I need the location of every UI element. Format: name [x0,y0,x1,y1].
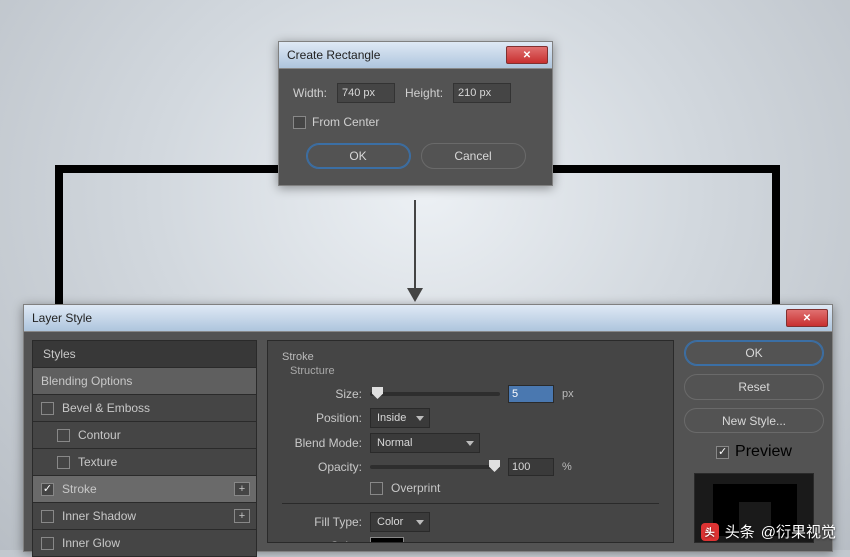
size-slider[interactable] [370,392,500,396]
width-label: Width: [293,86,327,100]
style-item-contour[interactable]: Contour [32,422,257,449]
position-label: Position: [282,411,362,425]
cancel-button[interactable]: Cancel [421,143,526,169]
add-icon[interactable]: + [234,509,250,523]
opacity-unit: % [562,461,572,473]
styles-header: Styles [32,340,257,368]
checkbox[interactable] [41,402,54,415]
dialog-title: Layer Style [32,311,92,325]
preview-label: Preview [735,443,792,461]
styles-list: Styles Blending Options Bevel & Emboss C… [32,340,257,543]
color-label: Color: [282,539,362,543]
style-item-inner-shadow[interactable]: Inner Shadow+ [32,503,257,530]
titlebar[interactable]: Create Rectangle ✕ [279,42,552,69]
new-style-button[interactable]: New Style... [684,408,824,434]
add-icon[interactable]: + [234,482,250,496]
close-icon[interactable]: ✕ [786,309,828,327]
reset-button[interactable]: Reset [684,374,824,400]
dialog-buttons: OK Reset New Style... Preview [684,340,824,543]
flow-arrow [414,200,416,300]
ok-button[interactable]: OK [306,143,411,169]
size-unit: px [562,388,574,400]
overprint-label: Overprint [391,481,440,495]
ok-button[interactable]: OK [684,340,824,366]
from-center-checkbox[interactable] [293,116,306,129]
style-item-stroke[interactable]: Stroke+ [32,476,257,503]
position-select[interactable]: Inside [370,408,430,428]
watermark-prefix: 头条 [725,521,755,542]
group-title: Stroke [282,351,659,363]
checkbox[interactable] [41,483,54,496]
style-item-bevel[interactable]: Bevel & Emboss [32,395,257,422]
style-item-inner-glow[interactable]: Inner Glow [32,530,257,557]
titlebar[interactable]: Layer Style ✕ [24,305,832,332]
style-item-blending[interactable]: Blending Options [32,368,257,395]
overprint-checkbox[interactable] [370,482,383,495]
size-label: Size: [282,387,362,401]
watermark-handle: @衍果视觉 [761,521,836,542]
close-icon[interactable]: ✕ [506,46,548,64]
checkbox[interactable] [57,456,70,469]
fill-type-select[interactable]: Color [370,512,430,532]
blend-mode-label: Blend Mode: [282,436,362,450]
dialog-title: Create Rectangle [287,48,380,62]
stroke-settings-panel: Stroke Structure Size: px Position: Insi… [267,340,674,543]
height-label: Height: [405,86,443,100]
from-center-label: From Center [312,115,379,129]
blend-mode-select[interactable]: Normal [370,433,480,453]
layer-style-dialog: Layer Style ✕ Styles Blending Options Be… [23,304,833,552]
opacity-label: Opacity: [282,460,362,474]
preview-checkbox[interactable] [716,446,729,459]
height-input[interactable] [453,83,511,103]
size-input[interactable] [508,385,554,403]
divider [282,503,659,504]
width-input[interactable] [337,83,395,103]
color-swatch[interactable] [370,537,404,543]
watermark-logo-icon: 头 [701,523,719,541]
fill-type-label: Fill Type: [282,515,362,529]
create-rectangle-dialog: Create Rectangle ✕ Width: Height: From C… [278,41,553,186]
watermark: 头 头条 @衍果视觉 [701,521,836,542]
checkbox[interactable] [41,537,54,550]
style-item-texture[interactable]: Texture [32,449,257,476]
structure-label: Structure [290,365,659,377]
opacity-slider[interactable] [370,465,500,469]
checkbox[interactable] [41,510,54,523]
checkbox[interactable] [57,429,70,442]
opacity-input[interactable] [508,458,554,476]
